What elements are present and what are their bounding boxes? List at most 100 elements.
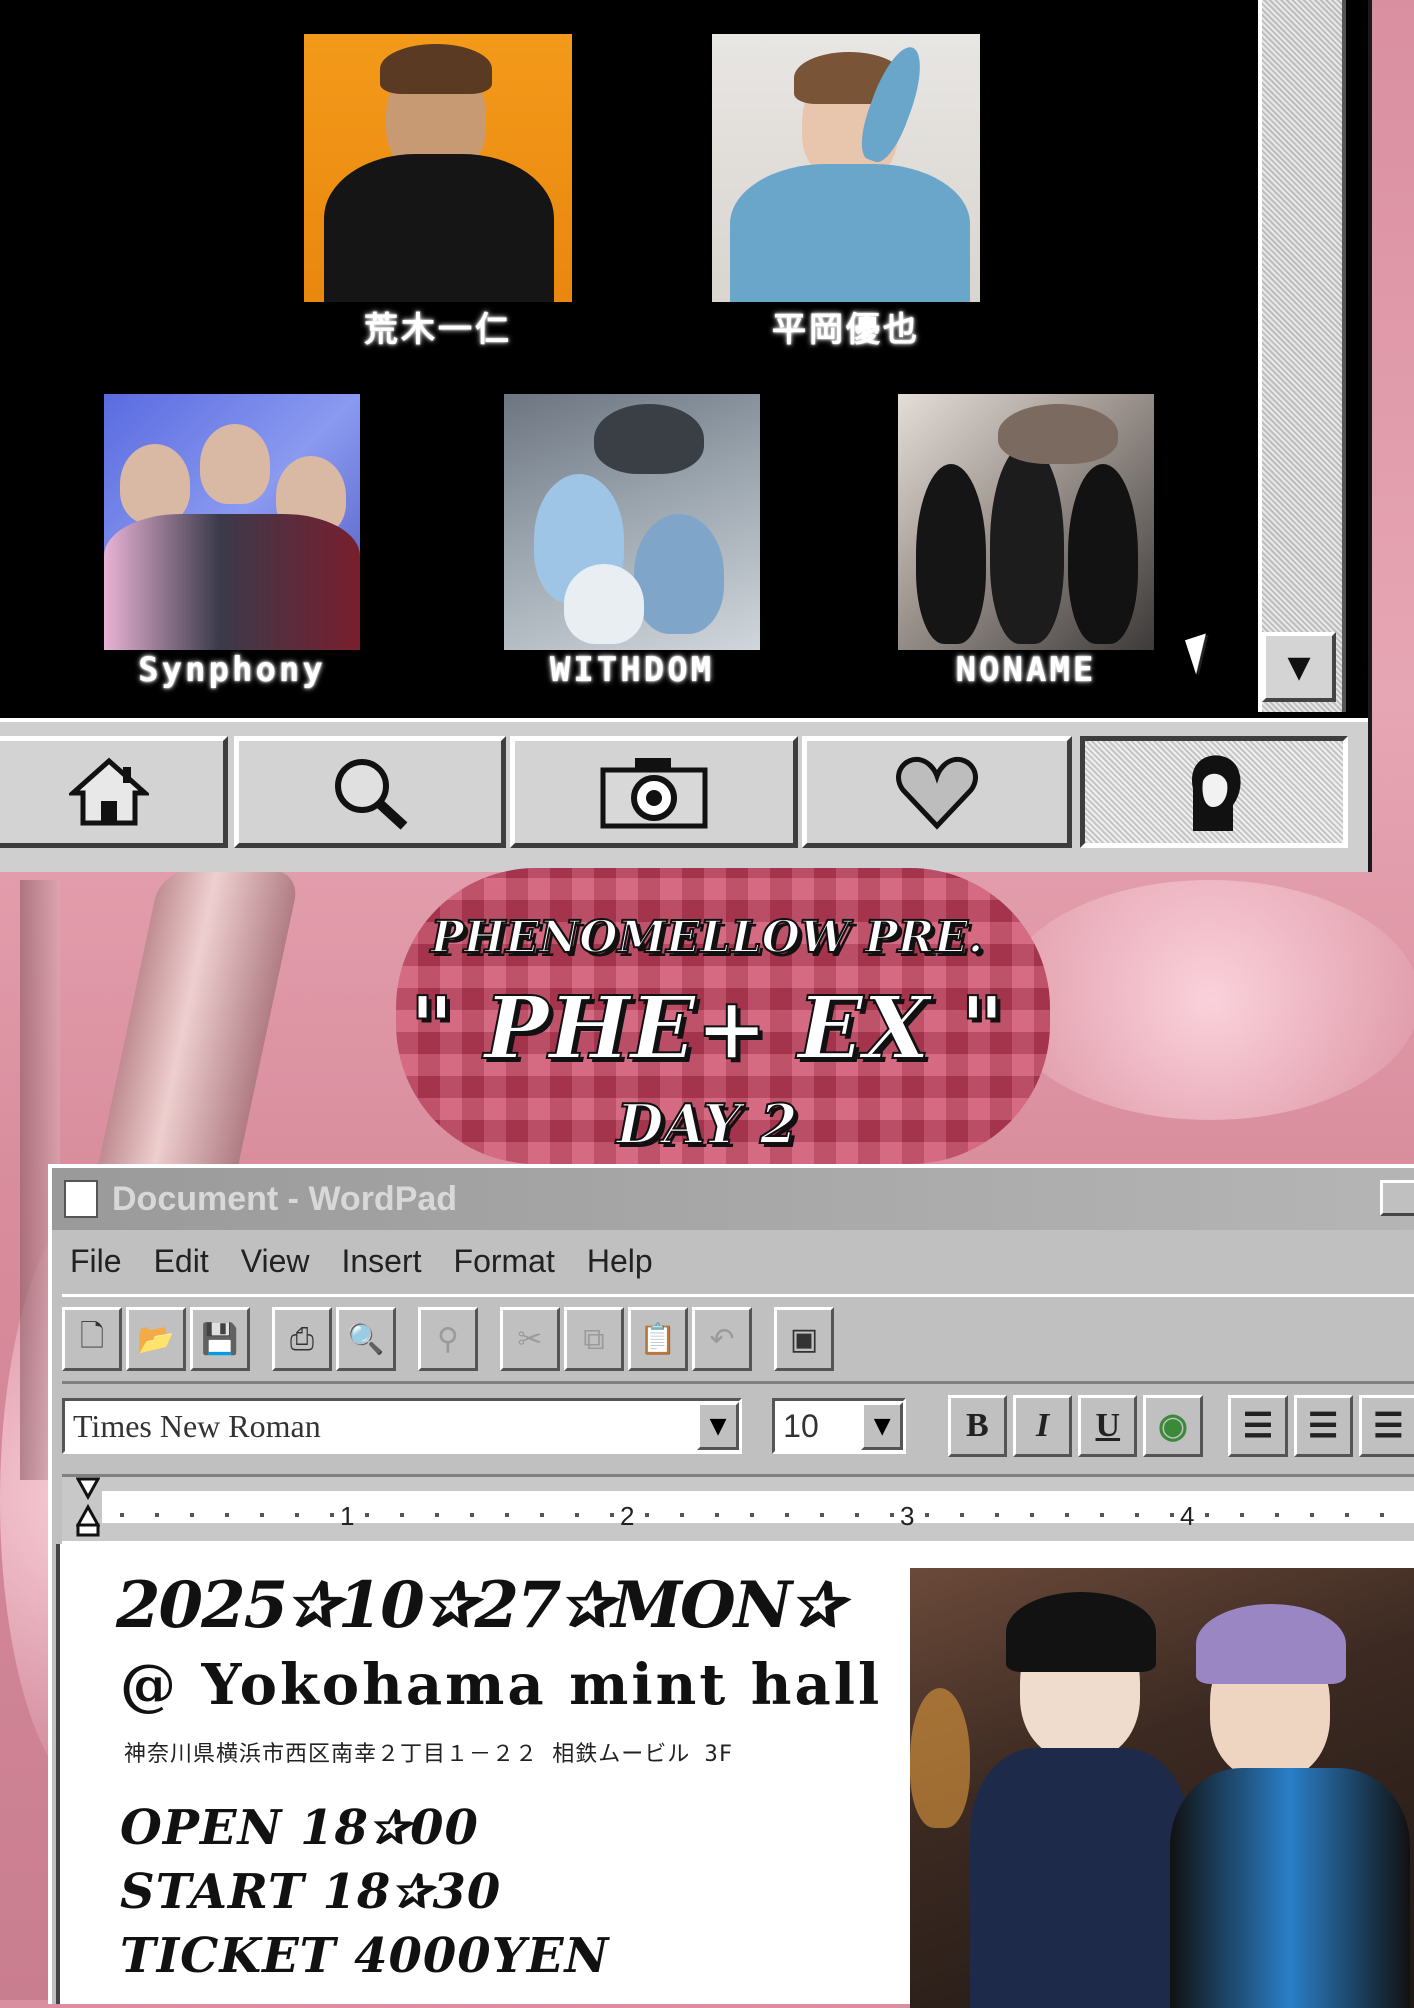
chevron-down-icon[interactable]: ▼ [697,1402,740,1450]
ruler-tick [610,1513,614,1517]
home-icon [69,757,149,826]
copy-icon: ⧉ [583,1321,605,1357]
ruler: 1 2 3 4 [62,1474,1414,1544]
bold-button[interactable]: B [947,1395,1007,1457]
ticket-price: TICKET 4000YEN [120,1928,610,1984]
minimize-button[interactable] [1380,1180,1414,1216]
printer-icon: ⎙ [290,1321,314,1357]
featured-artist-photo [910,1568,1414,2008]
font-name: Times New Roman [73,1407,321,1444]
event-day: DAY 2 [616,1091,799,1157]
scroll-down-button[interactable]: ▼ [1262,632,1336,702]
new-button[interactable]: 🗋 [62,1307,122,1371]
nav-home-button[interactable] [0,736,228,848]
scissors-icon: ✂ [517,1321,543,1357]
ruler-tick [1345,1513,1349,1517]
ruler-tick [1275,1513,1279,1517]
align-center-button[interactable]: ☰ [1293,1395,1353,1457]
title-bar: Document - WordPad [52,1168,1414,1230]
ruler-number: 1 [340,1501,355,1531]
print-preview-icon: 🔍 [347,1321,385,1357]
font-family-select[interactable]: Times New Roman ▼ [62,1398,743,1454]
ruler-tick [505,1513,509,1517]
ruler-tick [365,1513,369,1517]
chevron-down-icon[interactable]: ▼ [861,1402,904,1450]
artist-photo [504,394,760,650]
ruler-tick [1170,1513,1174,1517]
open-time: OPEN 18✰00 [120,1800,479,1856]
align-right-button[interactable]: ☰ [1358,1395,1414,1457]
camera-icon [600,758,708,829]
font-size: 10 [783,1407,819,1444]
color-palette-icon: ◉ [1158,1408,1188,1445]
ruler-tick [260,1513,264,1517]
artist-name: 荒木一仁 [364,310,512,350]
ruler-number: 3 [900,1501,915,1531]
menu-format[interactable]: Format [454,1243,555,1280]
ruler-number: 4 [1180,1501,1195,1531]
ruler-tick [1030,1513,1034,1517]
artist-name: WITHDOM [549,650,715,690]
ruler-tick [785,1513,789,1517]
ruler-tick [960,1513,964,1517]
menu-file[interactable]: File [70,1243,122,1280]
save-button[interactable]: 💾 [190,1307,250,1371]
menu-view[interactable]: View [241,1243,310,1280]
ruler-tick [1100,1513,1104,1517]
ruler-tick [330,1513,334,1517]
nav-heart-button[interactable] [802,736,1072,848]
ruler-tick [540,1513,544,1517]
ruler-tick [1065,1513,1069,1517]
open-folder-icon: 📂 [137,1321,175,1357]
start-time: START 18✰30 [120,1864,502,1920]
venue-address: 神奈川県横浜市西区南幸２丁目１－２２ 相鉄ムービル 3F [124,1742,733,1767]
menu-help[interactable]: Help [587,1243,653,1280]
insert-object-icon: ▣ [789,1321,819,1357]
artist-photo [304,34,572,302]
nav-search-button[interactable] [234,736,506,848]
underline-button[interactable]: U [1078,1395,1138,1457]
artist-photo [104,394,360,650]
print-button[interactable]: ⎙ [272,1307,332,1371]
nav-profile-button[interactable] [1080,736,1348,848]
artist-name: Synphony [138,650,326,690]
copy-button[interactable]: ⧉ [564,1307,624,1371]
align-center-icon: ☰ [1307,1408,1339,1445]
undo-button[interactable]: ↶ [692,1307,752,1371]
artist-name: NONAME [955,650,1097,690]
ruler-tick [295,1513,299,1517]
paste-button[interactable]: 📋 [628,1307,688,1371]
cut-button[interactable]: ✂ [500,1307,560,1371]
ruler-tick [155,1513,159,1517]
ruler-tick [435,1513,439,1517]
artist-card[interactable]: 平岡優也 [712,34,980,350]
scrollbar-track[interactable] [1258,0,1346,712]
artist-card[interactable]: Synphony [104,394,360,690]
font-size-select[interactable]: 10 ▼ [772,1398,907,1454]
artist-grid: 荒木一仁 平岡優也 Synphony WITHDOM NONAME [0,0,1258,712]
italic-button[interactable]: I [1012,1395,1073,1457]
insert-object-button[interactable]: ▣ [774,1307,834,1371]
ruler-tick [120,1513,124,1517]
open-button[interactable]: 📂 [126,1307,186,1371]
artist-card[interactable]: WITHDOM [504,394,760,690]
artist-card[interactable]: NONAME [898,394,1154,690]
ruler-tick [680,1513,684,1517]
indent-marker-icon[interactable] [76,1477,100,1537]
print-preview-button[interactable]: 🔍 [336,1307,396,1371]
align-left-button[interactable]: ☰ [1228,1395,1288,1457]
undo-icon: ↶ [709,1321,735,1357]
find-button[interactable]: ⚲ [418,1307,478,1371]
artist-photo [898,394,1154,650]
nav-camera-button[interactable] [510,736,798,848]
event-name: " PHE+ EX " [408,977,1005,1080]
ruler-tick [750,1513,754,1517]
heart-icon [896,756,978,830]
menu-edit[interactable]: Edit [154,1243,209,1280]
chevron-down-icon: ▼ [1287,649,1311,685]
ruler-tick [925,1513,929,1517]
document-area[interactable]: 2025✰10✰27✰MON✰ @ Yokohama mint hall 神奈川… [56,1544,1414,2008]
color-button[interactable]: ◉ [1143,1395,1203,1457]
menu-insert[interactable]: Insert [341,1243,421,1280]
artist-card[interactable]: 荒木一仁 [304,34,572,350]
